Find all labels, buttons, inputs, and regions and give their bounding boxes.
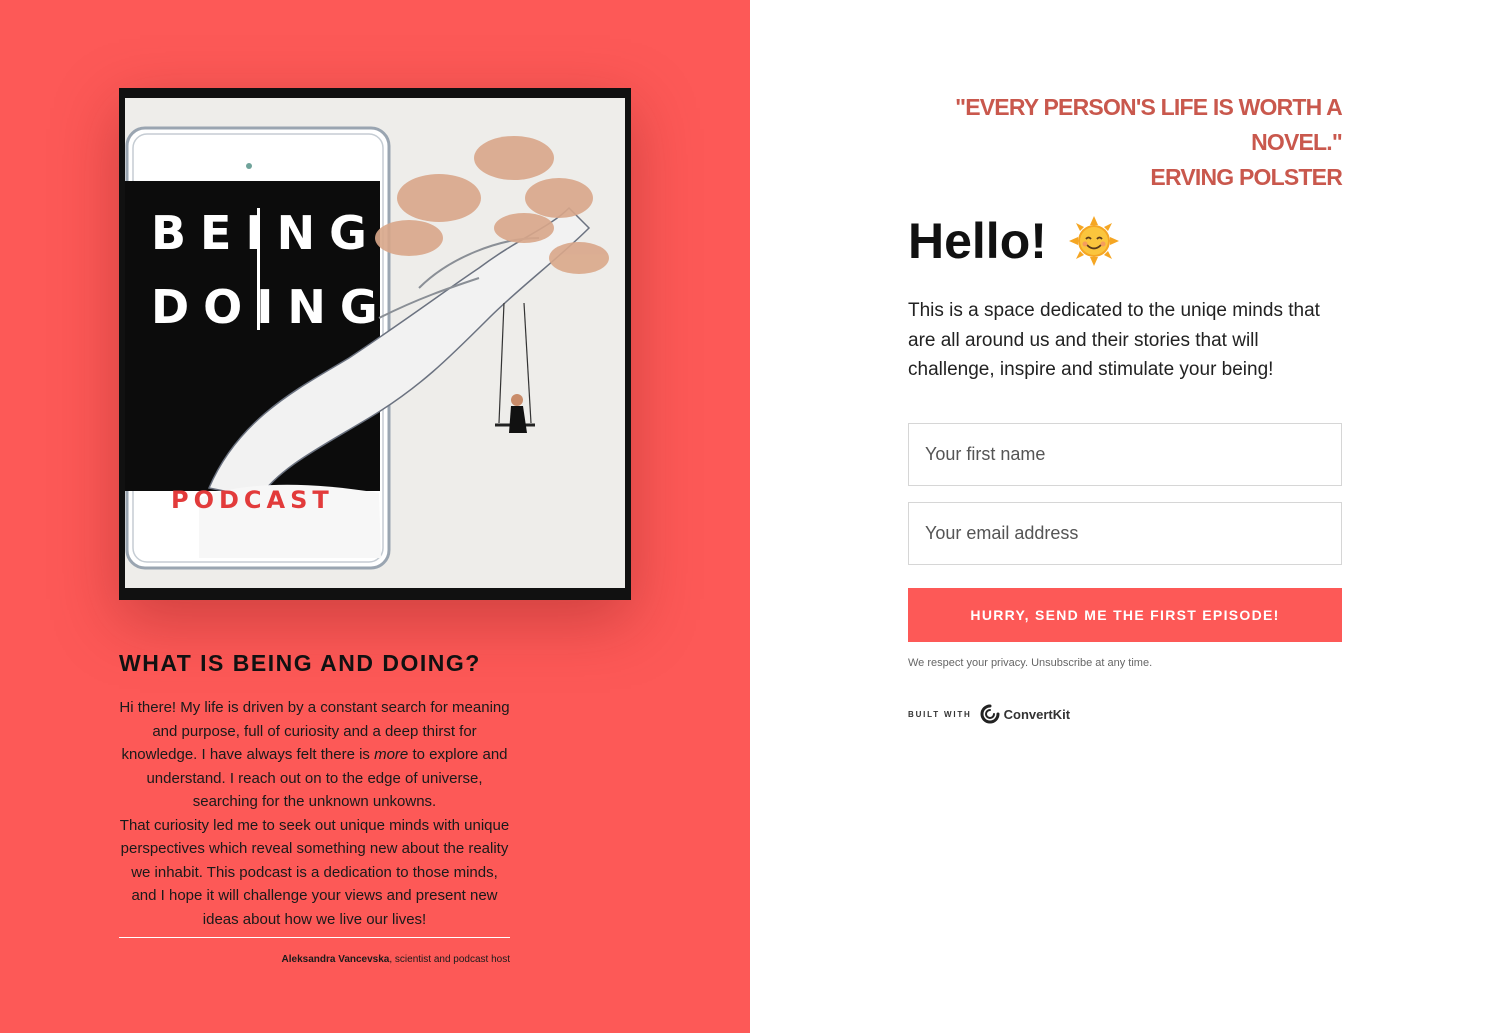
cover-title-line2: DOING (151, 280, 392, 334)
about-divider (119, 937, 510, 938)
intro-text: This is a space dedicated to the uniqe m… (908, 300, 1320, 380)
about-text-emphasis: more (374, 746, 409, 763)
privacy-note: We respect your privacy. Unsubscribe at … (908, 657, 1153, 669)
about-text-paragraph2: That curiosity led me to seek out unique… (119, 816, 510, 928)
convertkit-logo-icon (980, 704, 1000, 724)
left-panel: BEING DOING PODCAST WHAT IS BEING AND DO… (0, 0, 750, 1033)
section-title: WHAT IS BEING AND DOING? (119, 650, 481, 676)
built-with-label: BUILT WITH (908, 709, 972, 719)
convertkit-brand-name: ConvertKit (1003, 706, 1071, 722)
quote-author: ERVING POLSTER (1150, 164, 1342, 190)
quote-line1: "EVERY PERSON'S LIFE IS WORTH A (955, 94, 1343, 120)
cover-divider-line (257, 208, 260, 330)
cover-subtitle: PODCAST (171, 486, 334, 514)
cover-illustration (119, 88, 631, 600)
author-signature: Aleksandra Vancevska, scientist and podc… (119, 954, 510, 965)
author-role: , scientist and podcast host (389, 954, 510, 965)
author-name: Aleksandra Vancevska (281, 954, 390, 965)
smiling-sun-icon (1068, 216, 1119, 266)
built-with-badge[interactable]: BUILT WITH ConvertKit (908, 704, 1070, 724)
greeting-text: Hello! (908, 213, 1047, 269)
cover-title-line1: BEING (151, 206, 381, 260)
quote-block: "EVERY PERSON'S LIFE IS WORTH A NOVEL." … (908, 90, 1343, 195)
first-name-field[interactable] (908, 423, 1342, 486)
greeting-heading: Hello! (908, 212, 1342, 270)
podcast-cover-art: BEING DOING PODCAST (119, 88, 631, 600)
about-text: Hi there! My life is driven by a constan… (119, 696, 510, 931)
send-first-episode-button[interactable]: HURRY, SEND ME THE FIRST EPISODE! (908, 588, 1342, 642)
quote-line2: NOVEL." (1251, 129, 1343, 155)
email-field[interactable] (908, 502, 1342, 565)
